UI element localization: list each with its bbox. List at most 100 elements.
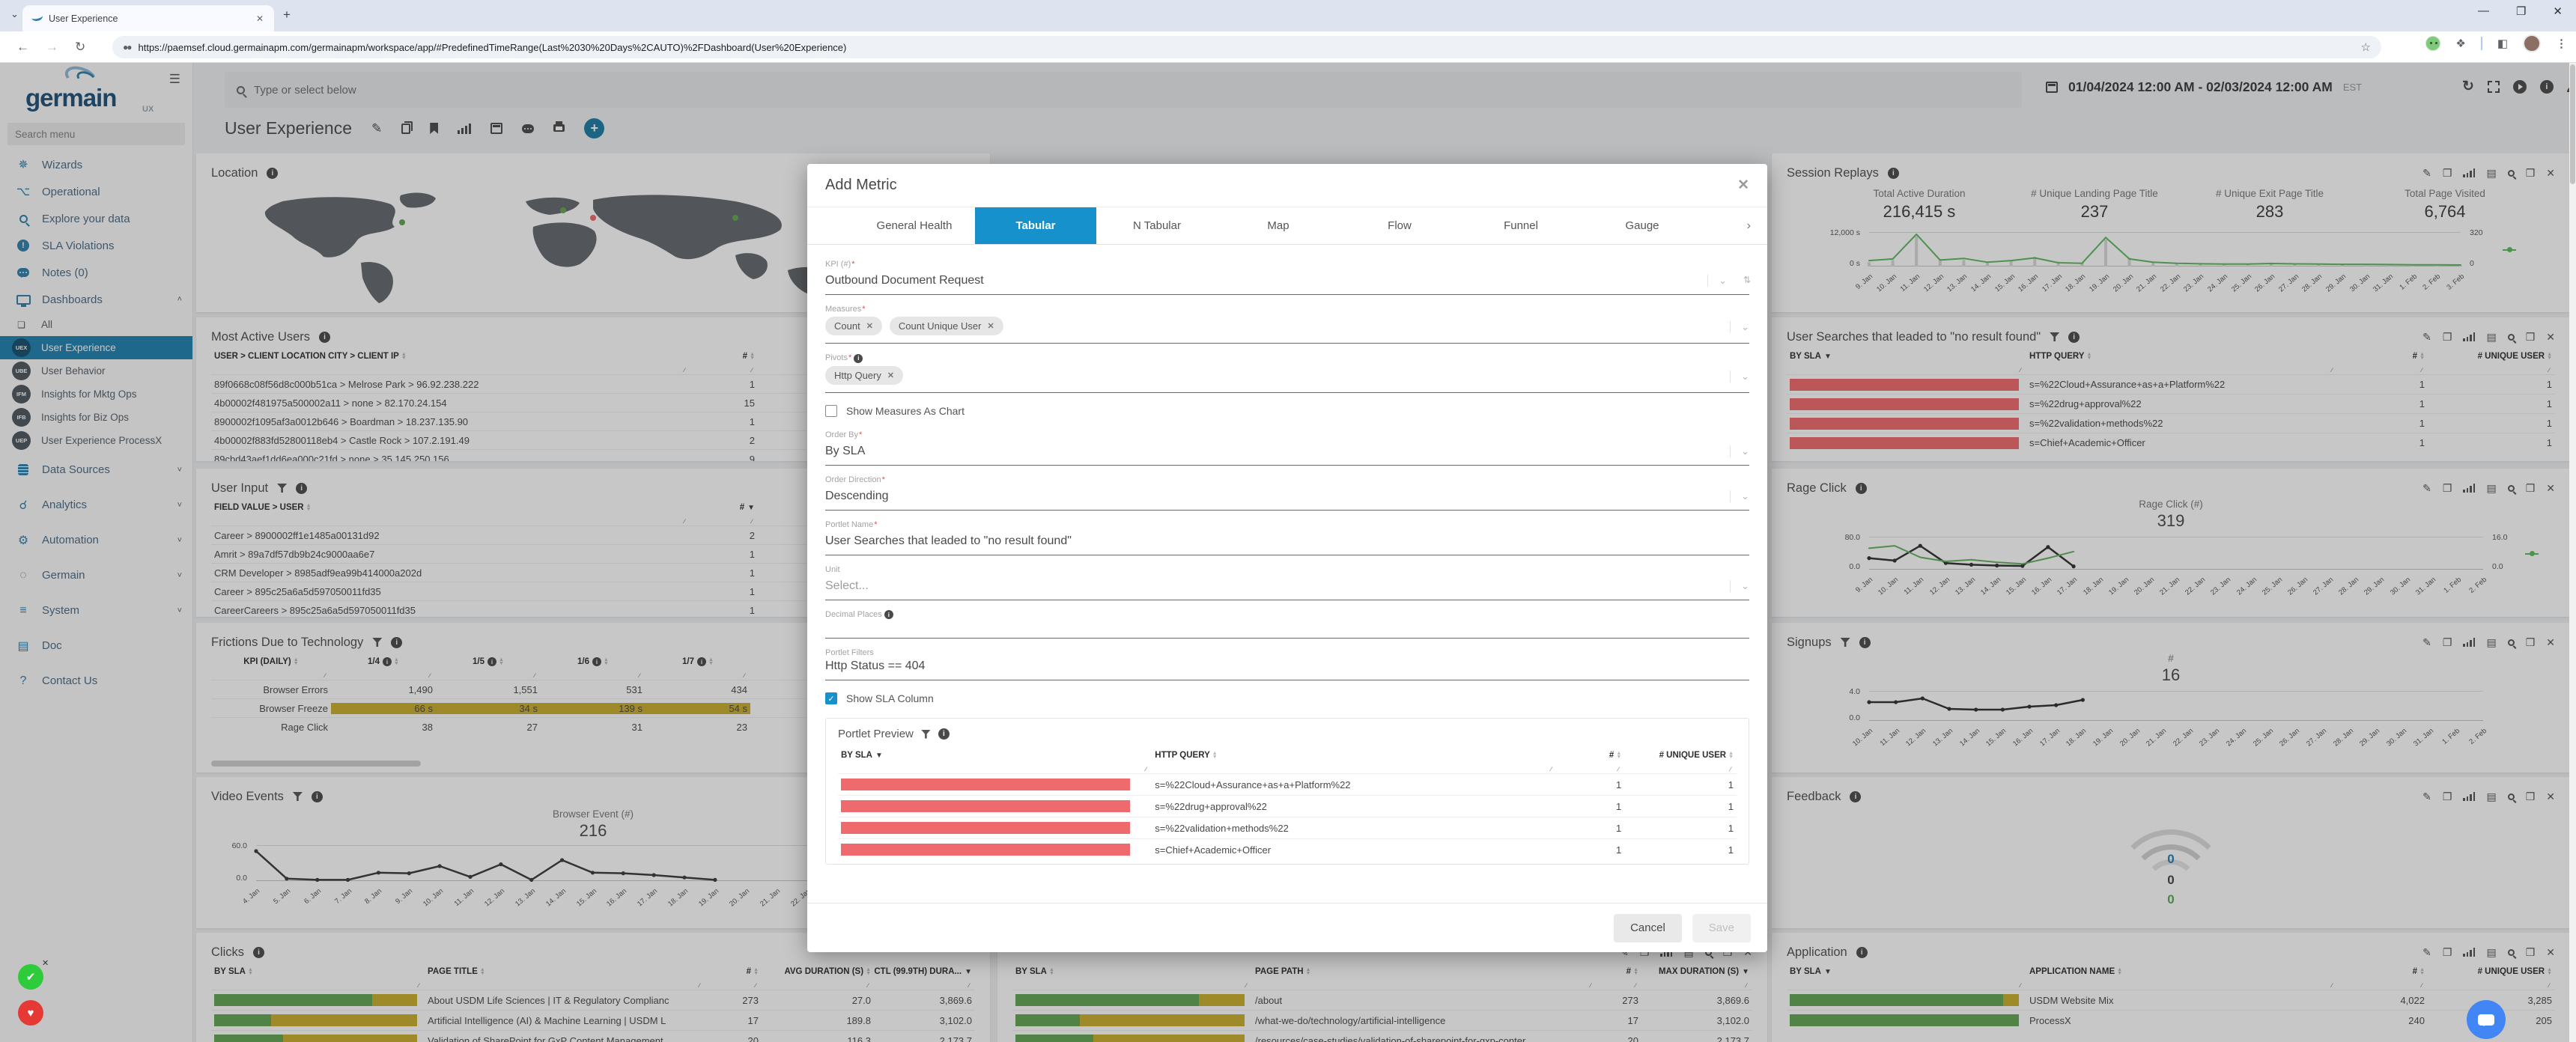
- column-label: #: [1609, 751, 1614, 760]
- heart-widget-button[interactable]: ♥: [18, 1000, 43, 1026]
- browser-tab[interactable]: User Experience ✕: [22, 5, 274, 31]
- table-row[interactable]: s=Chief+Academic+Officer11: [838, 838, 1737, 860]
- table-row[interactable]: s=%22validation+methods%2211: [838, 817, 1737, 838]
- germain-favicon: [31, 12, 43, 22]
- chip-http-query[interactable]: Http Query✕: [825, 366, 903, 385]
- chevron-down-icon[interactable]: ⌄: [1730, 490, 1749, 502]
- show-measures-checkbox-row[interactable]: Show Measures As Chart: [825, 405, 1749, 417]
- tab-map[interactable]: Map: [1218, 207, 1339, 244]
- sla-bar: [841, 800, 1145, 812]
- close-icon[interactable]: ✕: [1737, 177, 1749, 194]
- add-metric-modal: Add Metric ✕ General HealthTabularN Tabu…: [807, 164, 1767, 952]
- profile-avatar[interactable]: [2523, 34, 2541, 52]
- info-icon[interactable]: i: [854, 354, 863, 363]
- tab-flow[interactable]: Flow: [1339, 207, 1460, 244]
- unit-field[interactable]: Unit Select... ⌄: [825, 565, 1749, 600]
- resize-grip[interactable]: ∕∕: [1557, 766, 1624, 773]
- chip-remove-icon[interactable]: ✕: [866, 321, 873, 331]
- sort-icon[interactable]: ▲▼: [1728, 752, 1734, 760]
- sla-bar: [841, 822, 1145, 834]
- measures-field[interactable]: Measures Count✕Count Unique User✕⌄: [825, 305, 1749, 344]
- save-button[interactable]: Save: [1692, 914, 1751, 942]
- forward-icon[interactable]: →: [46, 40, 58, 55]
- browser-menu-icon[interactable]: ⋮: [2556, 37, 2567, 50]
- chevron-down-icon[interactable]: ⌄: [1707, 275, 1727, 287]
- info-icon[interactable]: i: [938, 728, 950, 740]
- chevron-down-icon[interactable]: ⌄: [1730, 371, 1749, 383]
- sort-desc-icon[interactable]: ▼: [875, 752, 883, 760]
- checkbox-unchecked[interactable]: [825, 405, 837, 417]
- decimal-places-field[interactable]: Decimal Places i: [825, 610, 1749, 639]
- table-row[interactable]: s=%22drug+approval%2211: [838, 795, 1737, 817]
- approve-widget-button[interactable]: ✔: [18, 964, 43, 990]
- resize-grip[interactable]: ∕∕: [1152, 766, 1557, 773]
- column-label: # UNIQUE USER: [1659, 751, 1726, 760]
- chip-remove-icon[interactable]: ✕: [987, 321, 994, 331]
- chip-remove-icon[interactable]: ✕: [887, 371, 894, 380]
- chat-fab[interactable]: [2467, 1000, 2506, 1039]
- column-header-[interactable]: #▲▼: [1557, 751, 1624, 760]
- info-icon[interactable]: i: [884, 610, 893, 619]
- column-label: BY SLA: [841, 751, 872, 760]
- tab-search-chevron-icon[interactable]: ⌄: [10, 8, 19, 20]
- page-scrollbar[interactable]: [2569, 63, 2576, 1042]
- tab-n-tabular[interactable]: N Tabular: [1096, 207, 1218, 244]
- column-header-by-sla[interactable]: BY SLA▼: [838, 751, 1152, 760]
- modal-title: Add Metric: [825, 177, 897, 194]
- table-cell: 1: [1624, 823, 1737, 834]
- new-tab-button[interactable]: +: [283, 7, 291, 22]
- sort-icon[interactable]: ⇅: [1743, 275, 1751, 285]
- window-restore-button[interactable]: ❐: [2516, 4, 2526, 18]
- resize-grip[interactable]: ∕∕: [838, 766, 1152, 773]
- reload-icon[interactable]: ↻: [75, 40, 85, 55]
- checkbox-checked[interactable]: ✓: [825, 692, 837, 704]
- chevron-down-icon[interactable]: ⌄: [1730, 445, 1749, 457]
- chevron-down-icon[interactable]: ⌄: [1730, 321, 1749, 333]
- dismiss-widget-icon[interactable]: ✕: [42, 958, 49, 968]
- portlet-filters-field[interactable]: Portlet Filters Http Status == 404: [825, 648, 1749, 680]
- url-bar[interactable]: ●● https://paemsef.cloud.germainapm.com/…: [112, 36, 2381, 58]
- column-header-unique-user[interactable]: # UNIQUE USER▲▼: [1624, 751, 1737, 760]
- extensions-puzzle-icon[interactable]: ❖: [2455, 37, 2465, 50]
- tabs-overflow-chevron-icon[interactable]: ›: [1747, 207, 1751, 244]
- bookmark-star-icon[interactable]: ☆: [2361, 40, 2371, 54]
- portlet-name-field[interactable]: Portlet Name User Searches that leaded t…: [825, 520, 1749, 555]
- table-cell: [838, 844, 1152, 856]
- tab-funnel[interactable]: Funnel: [1460, 207, 1582, 244]
- table-row[interactable]: s=%22Cloud+Assurance+as+a+Platform%2211: [838, 773, 1737, 795]
- site-info-icon[interactable]: ●●: [123, 42, 131, 52]
- tab-tabular[interactable]: Tabular: [975, 207, 1096, 244]
- tab-close-icon[interactable]: ✕: [253, 13, 267, 24]
- toolbar-divider: [2481, 37, 2482, 50]
- tab-title: User Experience: [49, 13, 253, 24]
- kpi-field[interactable]: KPI (#) Outbound Document Request ⌄ ⇅: [825, 260, 1749, 295]
- kpi-value: Outbound Document Request: [825, 274, 984, 287]
- show-sla-checkbox-row[interactable]: ✓ Show SLA Column: [825, 692, 1749, 704]
- column-header-http-query[interactable]: HTTP QUERY▲▼: [1152, 751, 1557, 760]
- order-direction-field[interactable]: Order Direction Descending ⌄: [825, 475, 1749, 511]
- table-header: BY SLA▼HTTP QUERY▲▼#▲▼# UNIQUE USER▲▼: [838, 746, 1737, 764]
- resize-grip[interactable]: ∕∕: [1624, 766, 1737, 773]
- window-minimize-button[interactable]: —: [2478, 4, 2489, 18]
- tab-gauge[interactable]: Gauge: [1582, 207, 1703, 244]
- sort-icon[interactable]: ▲▼: [1616, 752, 1621, 760]
- sort-icon[interactable]: ▲▼: [1212, 752, 1218, 760]
- chevron-down-icon[interactable]: ⌄: [1730, 580, 1749, 592]
- sla-bar: [841, 844, 1145, 856]
- table-cell: 1: [1624, 801, 1737, 812]
- cancel-button[interactable]: Cancel: [1614, 914, 1682, 942]
- back-icon[interactable]: ←: [16, 40, 29, 55]
- order-by-field[interactable]: Order By By SLA ⌄: [825, 430, 1749, 466]
- chip-count-unique-user[interactable]: Count Unique User✕: [890, 317, 1003, 335]
- filter-icon[interactable]: [921, 730, 931, 739]
- tab-general-health[interactable]: General Health: [854, 207, 975, 244]
- modal-tabs: General HealthTabularN TabularMapFlowFun…: [807, 207, 1767, 245]
- chip-count[interactable]: Count✕: [825, 317, 882, 335]
- pivots-field[interactable]: Pivots i Http Query✕⌄: [825, 353, 1749, 393]
- table-cell: s=%22drug+approval%22: [1152, 801, 1557, 812]
- extension-icon[interactable]: [2425, 36, 2440, 51]
- side-panel-icon[interactable]: ◧: [2497, 37, 2508, 50]
- window-close-button[interactable]: ✕: [2553, 4, 2563, 18]
- table-cell: 1: [1624, 844, 1737, 856]
- column-label: HTTP QUERY: [1155, 751, 1209, 760]
